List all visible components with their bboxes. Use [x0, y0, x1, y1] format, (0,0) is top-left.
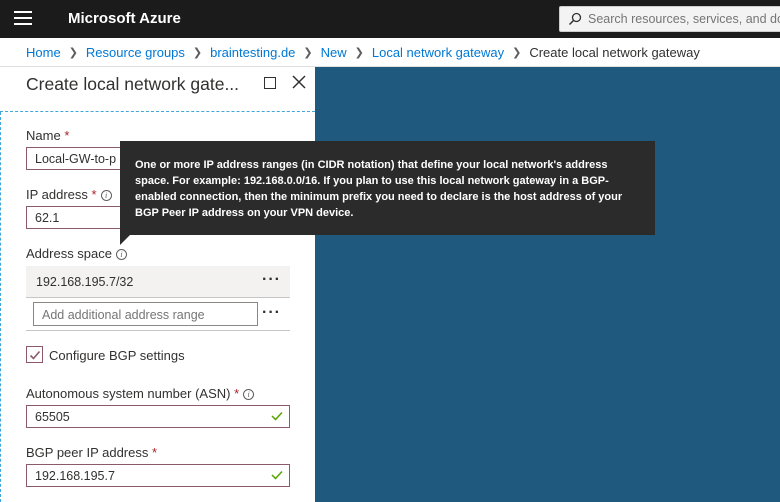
blade-title: Create local network gate...: [26, 74, 240, 94]
global-search[interactable]: [559, 6, 780, 32]
chevron-right-icon: ❯: [192, 46, 203, 59]
address-space-tooltip: One or more IP address ranges (in CIDR n…: [120, 141, 655, 235]
tooltip-arrow: [120, 235, 130, 245]
ip-address-label: IP address * i: [26, 187, 112, 202]
add-address-range-input[interactable]: [42, 307, 247, 323]
breadcrumb-resource-groups[interactable]: Resource groups: [86, 45, 185, 60]
chevron-right-icon: ❯: [68, 46, 78, 59]
breadcrumb-home[interactable]: Home: [26, 45, 61, 60]
checkmark-icon: [29, 350, 41, 360]
more-options-icon[interactable]: ···: [262, 272, 281, 288]
info-icon[interactable]: i: [100, 190, 112, 201]
add-address-range-field[interactable]: [33, 302, 258, 326]
breadcrumb-current: Create local network gateway: [529, 44, 700, 60]
asn-input[interactable]: [35, 409, 265, 425]
configure-bgp-label[interactable]: Configure BGP settings: [49, 348, 185, 363]
maximize-icon[interactable]: [264, 77, 276, 89]
valid-check-icon: [271, 470, 283, 480]
chevron-right-icon: ❯: [512, 46, 522, 59]
address-space-row[interactable]: 192.168.195.7/32 ···: [26, 266, 290, 298]
bgp-peer-ip-field[interactable]: [26, 464, 290, 487]
top-bar: Microsoft Azure: [0, 0, 780, 38]
chevron-right-icon: ❯: [354, 46, 364, 59]
close-icon[interactable]: [292, 75, 306, 89]
address-space-label: Address space i: [26, 246, 127, 261]
blade-edge: [0, 112, 1, 502]
more-options-icon[interactable]: ···: [262, 305, 281, 321]
configure-bgp-checkbox[interactable]: [26, 346, 43, 363]
breadcrumb-new[interactable]: New: [321, 45, 347, 60]
breadcrumb-local-network-gateway[interactable]: Local network gateway: [372, 45, 504, 60]
add-address-range-row: ···: [26, 298, 290, 331]
info-icon[interactable]: i: [116, 249, 127, 260]
asn-field[interactable]: [26, 405, 290, 428]
bgp-peer-ip-label: BGP peer IP address *: [26, 445, 158, 460]
address-space-value: 192.168.195.7/32: [36, 275, 134, 289]
blade-header: Create local network gate...: [0, 67, 315, 112]
chevron-right-icon: ❯: [303, 46, 313, 59]
breadcrumb-resource-group[interactable]: braintesting.de: [210, 45, 295, 60]
create-blade: Create local network gate... Name * IP a…: [0, 67, 315, 502]
breadcrumb: Home ❯ Resource groups ❯ braintesting.de…: [0, 38, 780, 67]
portal-canvas: [315, 67, 780, 502]
asn-label: Autonomous system number (ASN) * i: [26, 386, 255, 401]
search-input[interactable]: [588, 10, 780, 28]
menu-icon[interactable]: [14, 11, 32, 27]
bgp-peer-ip-input[interactable]: [35, 468, 265, 484]
brand-title[interactable]: Microsoft Azure: [68, 10, 181, 27]
info-icon[interactable]: i: [243, 389, 255, 400]
search-icon: [568, 12, 582, 26]
name-label: Name *: [26, 128, 70, 143]
valid-check-icon: [271, 411, 283, 421]
